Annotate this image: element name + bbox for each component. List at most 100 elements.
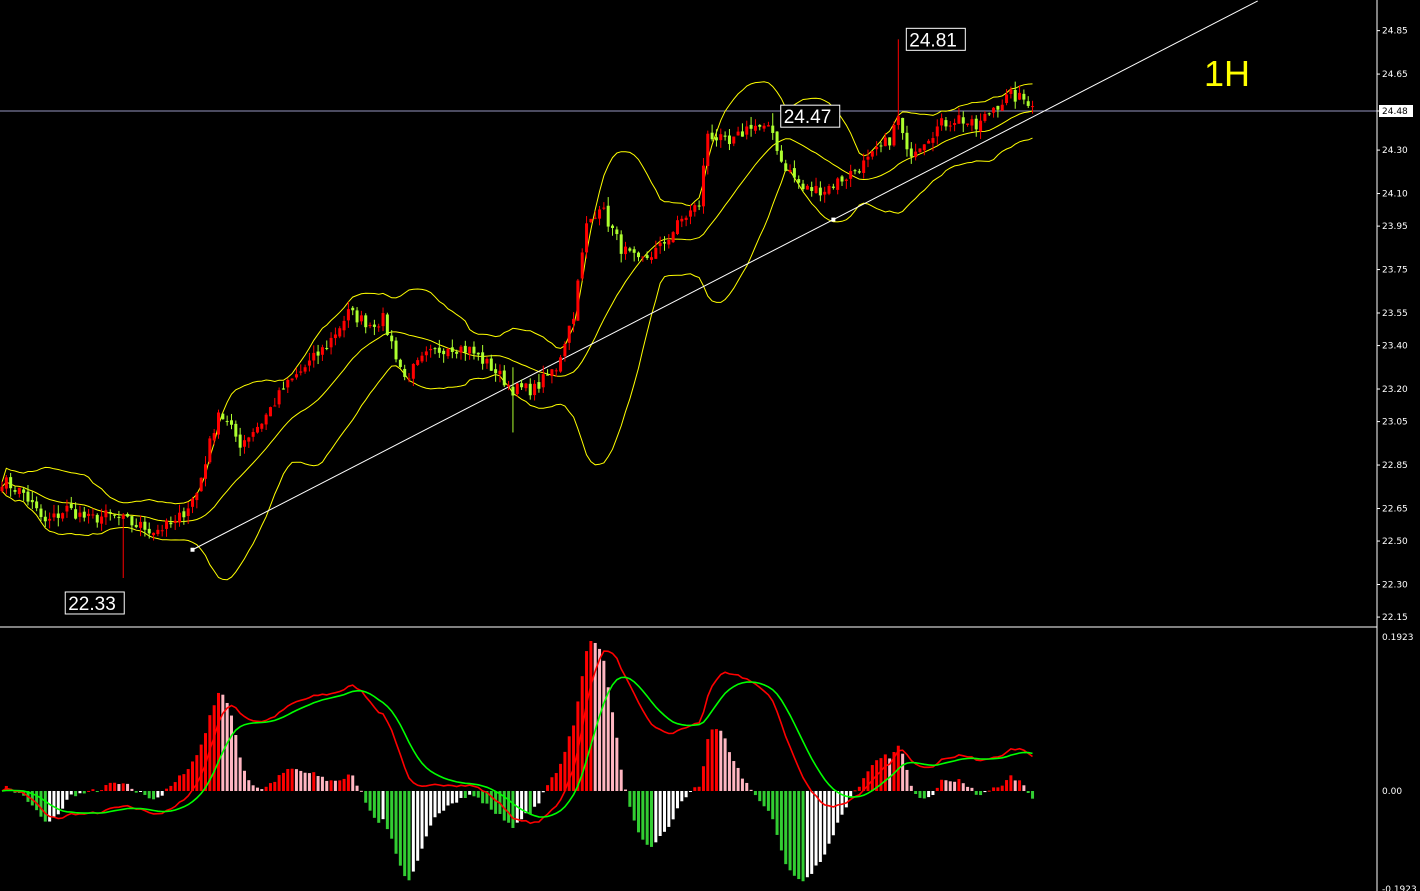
candle-body [758, 124, 762, 127]
macd-histogram-bar [221, 694, 225, 791]
macd-histogram-bar [1013, 780, 1017, 791]
candle-body [502, 370, 506, 386]
candle-body [329, 337, 333, 348]
candle-body [498, 370, 502, 375]
candle-body [966, 123, 970, 125]
candle-body [801, 183, 805, 190]
macd-histogram-bar [559, 763, 563, 791]
macd-histogram-bar [758, 791, 762, 802]
candle-body [914, 151, 918, 158]
candle-body [992, 107, 996, 113]
macd-histogram-bar [593, 642, 597, 791]
macd-histogram-bar [199, 744, 203, 791]
macd-histogram-bar [355, 785, 359, 791]
candle-body [359, 315, 363, 322]
candle-body [121, 514, 125, 519]
trendline-anchor [831, 217, 836, 222]
candle-body [771, 125, 775, 133]
macd-histogram-bar [169, 785, 173, 791]
candle-body [840, 176, 844, 182]
macd-histogram-bar [394, 791, 398, 854]
macd-histogram-bar [667, 791, 671, 827]
macd-histogram-bar [619, 769, 623, 791]
macd-histogram-bar [693, 787, 697, 791]
macd-histogram-bar [918, 791, 922, 798]
macd-histogram-bar [130, 788, 134, 791]
candle-body [424, 351, 428, 356]
candle-body [879, 145, 883, 147]
candle-body [927, 140, 931, 144]
candle-body [134, 524, 138, 528]
candle-body [641, 256, 645, 258]
macd-histogram-bar [714, 729, 718, 791]
macd-histogram-bar [719, 730, 723, 791]
macd-histogram-bar [554, 773, 558, 791]
candle-body [82, 511, 86, 518]
macd-histogram-bar [857, 786, 861, 791]
macd-histogram-bar [520, 791, 524, 820]
candle-body [229, 420, 233, 425]
macd-histogram-bar [472, 791, 476, 797]
macd-histogram-bar [251, 785, 255, 791]
macd-histogram-bar [745, 782, 749, 791]
macd-histogram-bar [810, 791, 814, 874]
candle-body [710, 132, 714, 140]
price-annotation-label: 24.81 [909, 30, 957, 51]
candle-body [888, 137, 892, 146]
macd-histogram-bar [433, 791, 437, 818]
candle-body [788, 170, 792, 172]
candle-body [684, 217, 688, 220]
macd-histogram-bar [987, 790, 991, 792]
candle-body [1000, 104, 1004, 111]
candle-body [17, 487, 21, 494]
macd-histogram-bar [658, 791, 662, 836]
candle-body [688, 210, 692, 217]
candle-body [48, 518, 52, 521]
candle-body [814, 185, 818, 194]
macd-histogram-bar [312, 772, 316, 791]
candle-body [416, 360, 420, 365]
candle-body [749, 124, 753, 129]
candle-body [680, 218, 684, 222]
macd-histogram-bar [424, 791, 428, 837]
candle-body [697, 205, 701, 207]
candle-body [797, 179, 801, 183]
candle-body [0, 486, 4, 492]
macd-panel: 0.1923 0.00 -0.1923 [1, 633, 1417, 891]
candle-body [390, 335, 394, 342]
macd-histogram-bar [420, 791, 424, 849]
candle-body [537, 382, 541, 389]
candle-body [507, 384, 511, 387]
candle-body [160, 530, 164, 532]
macd-histogram-bar [82, 791, 86, 794]
macd-histogram-bar [879, 758, 883, 791]
candle-body [225, 421, 229, 423]
candle-body [736, 131, 740, 136]
candle-body [580, 252, 584, 279]
candle-body [372, 324, 376, 327]
candle-body [567, 325, 571, 343]
candle-body [472, 346, 476, 354]
macd-histogram-bar [442, 791, 446, 811]
price-tick-label: 24.30 [1382, 146, 1408, 156]
candle-body [918, 148, 922, 153]
macd-histogram-bar [165, 788, 169, 791]
candle-body [307, 360, 311, 366]
macd-histogram-bar [113, 782, 117, 791]
macd-histogram-bar [792, 791, 796, 876]
macd-histogram-bar [983, 791, 987, 793]
trendline [192, 0, 1258, 551]
candle-body [56, 513, 60, 518]
macd-histogram-bar [961, 783, 965, 791]
candle-body [368, 325, 372, 327]
macd-histogram-bar [1000, 785, 1004, 791]
macd-histogram-bar [632, 791, 636, 821]
candle-body [35, 501, 39, 509]
candle-body [520, 383, 524, 388]
macd-histogram-bar [546, 785, 550, 791]
candle-body [260, 423, 264, 429]
candle-body [247, 437, 251, 442]
candle-body [78, 512, 82, 517]
macd-histogram-bar [100, 790, 104, 792]
candle-body [108, 512, 112, 514]
